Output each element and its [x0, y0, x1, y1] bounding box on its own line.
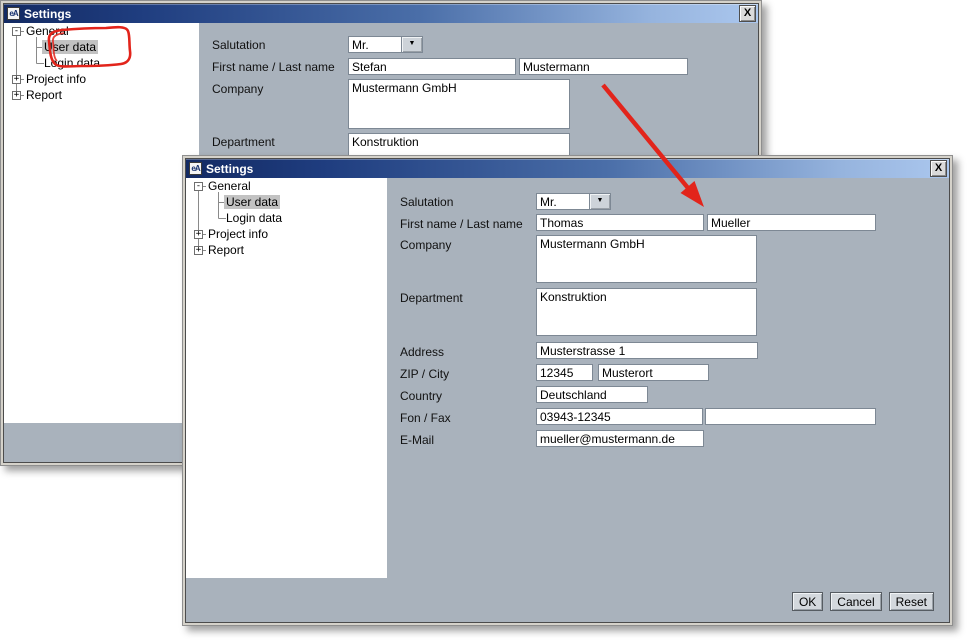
department-field[interactable]: Konstruktion	[536, 288, 757, 336]
close-icon[interactable]: X	[930, 160, 947, 177]
navigation-tree: - + + General User data Login data Proje…	[186, 178, 387, 578]
zip-city-label: ZIP / City	[400, 367, 449, 381]
company-field[interactable]: Mustermann GmbH	[536, 235, 757, 283]
country-label: Country	[400, 389, 442, 403]
tree-item-user-data[interactable]: User data	[224, 196, 280, 209]
company-label: Company	[400, 238, 451, 252]
tree-item-general[interactable]: General	[24, 25, 71, 38]
salutation-value: Mr.	[536, 193, 589, 210]
close-icon[interactable]: X	[739, 5, 756, 22]
salutation-select[interactable]: Mr. ▼	[348, 36, 423, 53]
tree-item-label: User data	[42, 40, 98, 54]
tree-item-label: Project info	[24, 72, 88, 86]
chevron-down-icon[interactable]: ▼	[589, 193, 611, 210]
name-label: First name / Last name	[400, 217, 523, 231]
email-label: E-Mail	[400, 433, 434, 447]
fon-field[interactable]	[536, 408, 703, 425]
settings-window-front: eA Settings X OK Cancel Reset	[182, 155, 953, 626]
country-field[interactable]	[536, 386, 648, 403]
tree-expander-report[interactable]: +	[12, 91, 21, 100]
last-name-field[interactable]	[519, 58, 688, 75]
tree-item-label: Report	[206, 243, 246, 257]
tree-expander-general[interactable]: -	[194, 182, 203, 191]
navigation-tree: - + + General User data Login data Proje…	[4, 23, 199, 423]
window-title: Settings	[206, 162, 930, 176]
tree-expander-project-info[interactable]: +	[194, 230, 203, 239]
tree-item-label: Login data	[224, 211, 284, 225]
fon-fax-label: Fon / Fax	[400, 411, 451, 425]
company-field[interactable]: Mustermann GmbH	[348, 79, 570, 129]
window-frame: eA Settings X OK Cancel Reset	[185, 158, 950, 623]
address-label: Address	[400, 345, 444, 359]
tree-item-label: General	[24, 24, 71, 38]
tree-item-login-data[interactable]: Login data	[224, 212, 284, 225]
salutation-select[interactable]: Mr. ▼	[536, 193, 611, 210]
tree-expander-general[interactable]: -	[12, 27, 21, 36]
first-name-field[interactable]	[536, 214, 704, 231]
address-field[interactable]	[536, 342, 758, 359]
department-label: Department	[400, 291, 463, 305]
window-titlebar[interactable]: eA Settings X	[186, 159, 949, 178]
fax-field[interactable]	[705, 408, 876, 425]
name-label: First name / Last name	[212, 60, 335, 74]
city-field[interactable]	[598, 364, 709, 381]
department-label: Department	[212, 135, 275, 149]
tree-item-label: Report	[24, 88, 64, 102]
last-name-field[interactable]	[707, 214, 876, 231]
app-icon: eA	[7, 7, 20, 20]
tree-expander-report[interactable]: +	[194, 246, 203, 255]
app-icon: eA	[189, 162, 202, 175]
window-title: Settings	[24, 7, 739, 21]
email-field[interactable]	[536, 430, 704, 447]
button-bar: OK Cancel Reset	[186, 578, 949, 622]
salutation-label: Salutation	[400, 195, 453, 209]
company-label: Company	[212, 82, 263, 96]
reset-button[interactable]: Reset	[889, 592, 934, 611]
tree-item-report[interactable]: Report	[206, 244, 246, 257]
tree-item-label: Login data	[42, 56, 102, 70]
tree-item-label: Project info	[206, 227, 270, 241]
tree-expander-project-info[interactable]: +	[12, 75, 21, 84]
tree-item-project-info[interactable]: Project info	[206, 228, 270, 241]
chevron-down-icon[interactable]: ▼	[401, 36, 423, 53]
tree-item-label: User data	[224, 195, 280, 209]
first-name-field[interactable]	[348, 58, 516, 75]
tree-item-report[interactable]: Report	[24, 89, 64, 102]
salutation-label: Salutation	[212, 38, 265, 52]
tree-item-general[interactable]: General	[206, 180, 253, 193]
window-titlebar[interactable]: eA Settings X	[4, 4, 758, 23]
tree-item-label: General	[206, 179, 253, 193]
tree-item-project-info[interactable]: Project info	[24, 73, 88, 86]
window-content: OK Cancel Reset - + + General User	[186, 178, 949, 622]
tree-item-user-data[interactable]: User data	[42, 41, 98, 54]
salutation-value: Mr.	[348, 36, 401, 53]
cancel-button[interactable]: Cancel	[830, 592, 881, 611]
zip-field[interactable]	[536, 364, 593, 381]
tree-item-login-data[interactable]: Login data	[42, 57, 102, 70]
ok-button[interactable]: OK	[792, 592, 823, 611]
